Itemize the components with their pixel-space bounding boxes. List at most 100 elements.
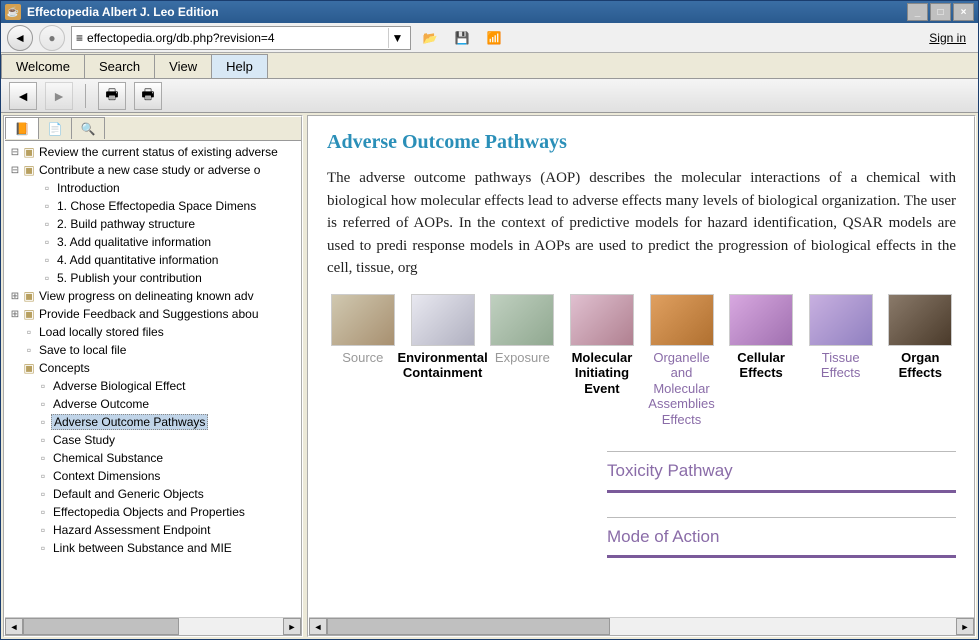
pathway-thumbnail [650, 294, 714, 346]
tree-label: Case Study [51, 433, 117, 447]
tree-node[interactable]: ⊞▣View progress on delineating known adv [7, 287, 299, 305]
refresh-button[interactable]: ● [39, 25, 65, 51]
tree-node[interactable]: ⊟▣Contribute a new case study or adverse… [7, 161, 299, 179]
tree-node[interactable]: ▫Adverse Outcome [7, 395, 299, 413]
hscroll-left-button[interactable]: ◄ [5, 618, 23, 635]
url-icon: ≡ [76, 31, 83, 45]
pathway-thumbnail [490, 294, 554, 346]
pathway-thumbnail [570, 294, 634, 346]
content-hscroll[interactable]: ◄ ► [309, 617, 974, 635]
document-icon: ▫ [39, 235, 55, 249]
tab-view[interactable]: View [154, 54, 212, 78]
hscroll-right-button[interactable]: ► [956, 618, 974, 635]
page-icon: 📄 [48, 122, 63, 136]
document-icon: ▫ [35, 415, 51, 429]
folder-icon: ▣ [21, 289, 37, 303]
content-heading: Adverse Outcome Pathways [327, 127, 956, 157]
expand-icon[interactable]: ⊞ [9, 309, 21, 320]
tree-node[interactable]: ▫Save to local file [7, 341, 299, 359]
tree-label: Default and Generic Objects [51, 487, 206, 501]
hscroll-right-button[interactable]: ► [283, 618, 301, 635]
pathway-thumbnail [411, 294, 475, 346]
sidebar-tab-search[interactable]: 🔍 [71, 117, 105, 139]
tree-label: Chemical Substance [51, 451, 165, 465]
pathway-thumbnail [809, 294, 873, 346]
sidebar: 📙 📄 🔍 ⊟ ▣ Review the current status of exi… [3, 115, 303, 637]
toc-tree[interactable]: ⊟ ▣ Review the current status of existing … [5, 141, 301, 617]
tree-node[interactable]: ▫4. Add quantitative information [7, 251, 299, 269]
pathway-item: Organ Effects [884, 294, 956, 428]
sidebar-hscroll[interactable]: ◄ ► [5, 617, 301, 635]
tree-label: Review the current status of existing ad… [37, 145, 280, 159]
document-icon: ▫ [39, 217, 55, 231]
page-setup-button[interactable]: 🖶 [134, 82, 162, 110]
tree-node[interactable]: ▫Link between Substance and MIE [7, 539, 299, 557]
tree-node[interactable]: ⊞▣Provide Feedback and Suggestions abou [7, 305, 299, 323]
tree-node[interactable]: ▫Case Study [7, 431, 299, 449]
tree-label: 2. Build pathway structure [55, 217, 197, 231]
pathway-label: Environmental Containment [397, 350, 487, 381]
tab-welcome[interactable]: Welcome [1, 54, 85, 78]
tree-label: 1. Chose Effectopedia Space Dimens [55, 199, 258, 213]
back-button[interactable]: ◄ [7, 25, 33, 51]
content-paragraph: The adverse outcome pathways (AOP) descr… [327, 167, 956, 280]
sidebar-tab-index[interactable]: 📄 [38, 117, 72, 139]
document-icon: ▫ [39, 181, 55, 195]
hscroll-track[interactable] [327, 618, 956, 635]
tree-node[interactable]: ▫Default and Generic Objects [7, 485, 299, 503]
content-body[interactable]: Adverse Outcome Pathways The adverse out… [309, 117, 974, 617]
sidebar-tab-contents[interactable]: 📙 [5, 117, 39, 139]
pathway-item: Exposure [487, 294, 559, 428]
document-icon: ▫ [35, 451, 51, 465]
close-button[interactable]: × [953, 3, 974, 21]
folder-icon: ▣ [21, 307, 37, 321]
help-back-button[interactable]: ◄ [9, 82, 37, 110]
tree-node[interactable]: ▫Context Dimensions [7, 467, 299, 485]
document-icon: ▫ [35, 379, 51, 393]
collapse-icon[interactable]: ⊟ [9, 147, 21, 158]
tree-node[interactable]: ⊟▣Review the current status of existing … [7, 143, 299, 161]
pathway-label: Organ Effects [884, 350, 956, 381]
hscroll-left-button[interactable]: ◄ [309, 618, 327, 635]
tree-label: Adverse Outcome Pathways [51, 414, 208, 430]
minimize-button[interactable]: _ [907, 3, 928, 21]
tree-node[interactable]: ▫5. Publish your contribution [7, 269, 299, 287]
tree-label: Hazard Assessment Endpoint [51, 523, 212, 537]
pathway-label: Tissue Effects [805, 350, 877, 381]
tree-node[interactable]: ▫Hazard Assessment Endpoint [7, 521, 299, 539]
open-folder-button[interactable]: 📂 [417, 25, 443, 51]
help-forward-button[interactable]: ► [45, 82, 73, 110]
tree-label: 5. Publish your contribution [55, 271, 204, 285]
document-icon: ▫ [35, 433, 51, 447]
pathway-item: Molecular Initiating Event [566, 294, 638, 428]
pathway-thumbnail [729, 294, 793, 346]
java-icon: ☕ [5, 4, 21, 20]
tree-node[interactable]: ▫Adverse Outcome Pathways [7, 413, 299, 431]
tree-node[interactable]: ▫Chemical Substance [7, 449, 299, 467]
hscroll-track[interactable] [23, 618, 283, 635]
save-button[interactable]: 💾 [449, 25, 475, 51]
rss-button[interactable]: 📶 [481, 25, 507, 51]
tree-node[interactable]: ▫Effectopedia Objects and Properties [7, 503, 299, 521]
maximize-button[interactable]: □ [930, 3, 951, 21]
tree-node[interactable]: ▫1. Chose Effectopedia Space Dimens [7, 197, 299, 215]
tree-node[interactable]: ▫Adverse Biological Effect [7, 377, 299, 395]
expand-icon[interactable]: ⊞ [9, 291, 21, 302]
tree-node[interactable]: ▫Load locally stored files [7, 323, 299, 341]
collapse-icon[interactable]: ⊟ [9, 165, 21, 176]
tab-help[interactable]: Help [211, 54, 268, 78]
tree-node[interactable]: ▫3. Add qualitative information [7, 233, 299, 251]
url-dropdown-button[interactable]: ▼ [388, 28, 406, 48]
pathway-item: Cellular Effects [725, 294, 797, 428]
print-button[interactable]: 🖶 [98, 82, 126, 110]
sign-in-link[interactable]: Sign in [929, 31, 972, 45]
tree-node[interactable]: ▫Introduction [7, 179, 299, 197]
tree-node[interactable]: ▫2. Build pathway structure [7, 215, 299, 233]
sidebar-tabs: 📙 📄 🔍 [5, 117, 301, 141]
url-input[interactable] [87, 31, 384, 45]
tree-label: Context Dimensions [51, 469, 162, 483]
tree-node[interactable]: ▣Concepts [7, 359, 299, 377]
tab-search[interactable]: Search [84, 54, 155, 78]
document-icon: ▫ [39, 199, 55, 213]
pathway-label: Exposure [495, 350, 550, 366]
